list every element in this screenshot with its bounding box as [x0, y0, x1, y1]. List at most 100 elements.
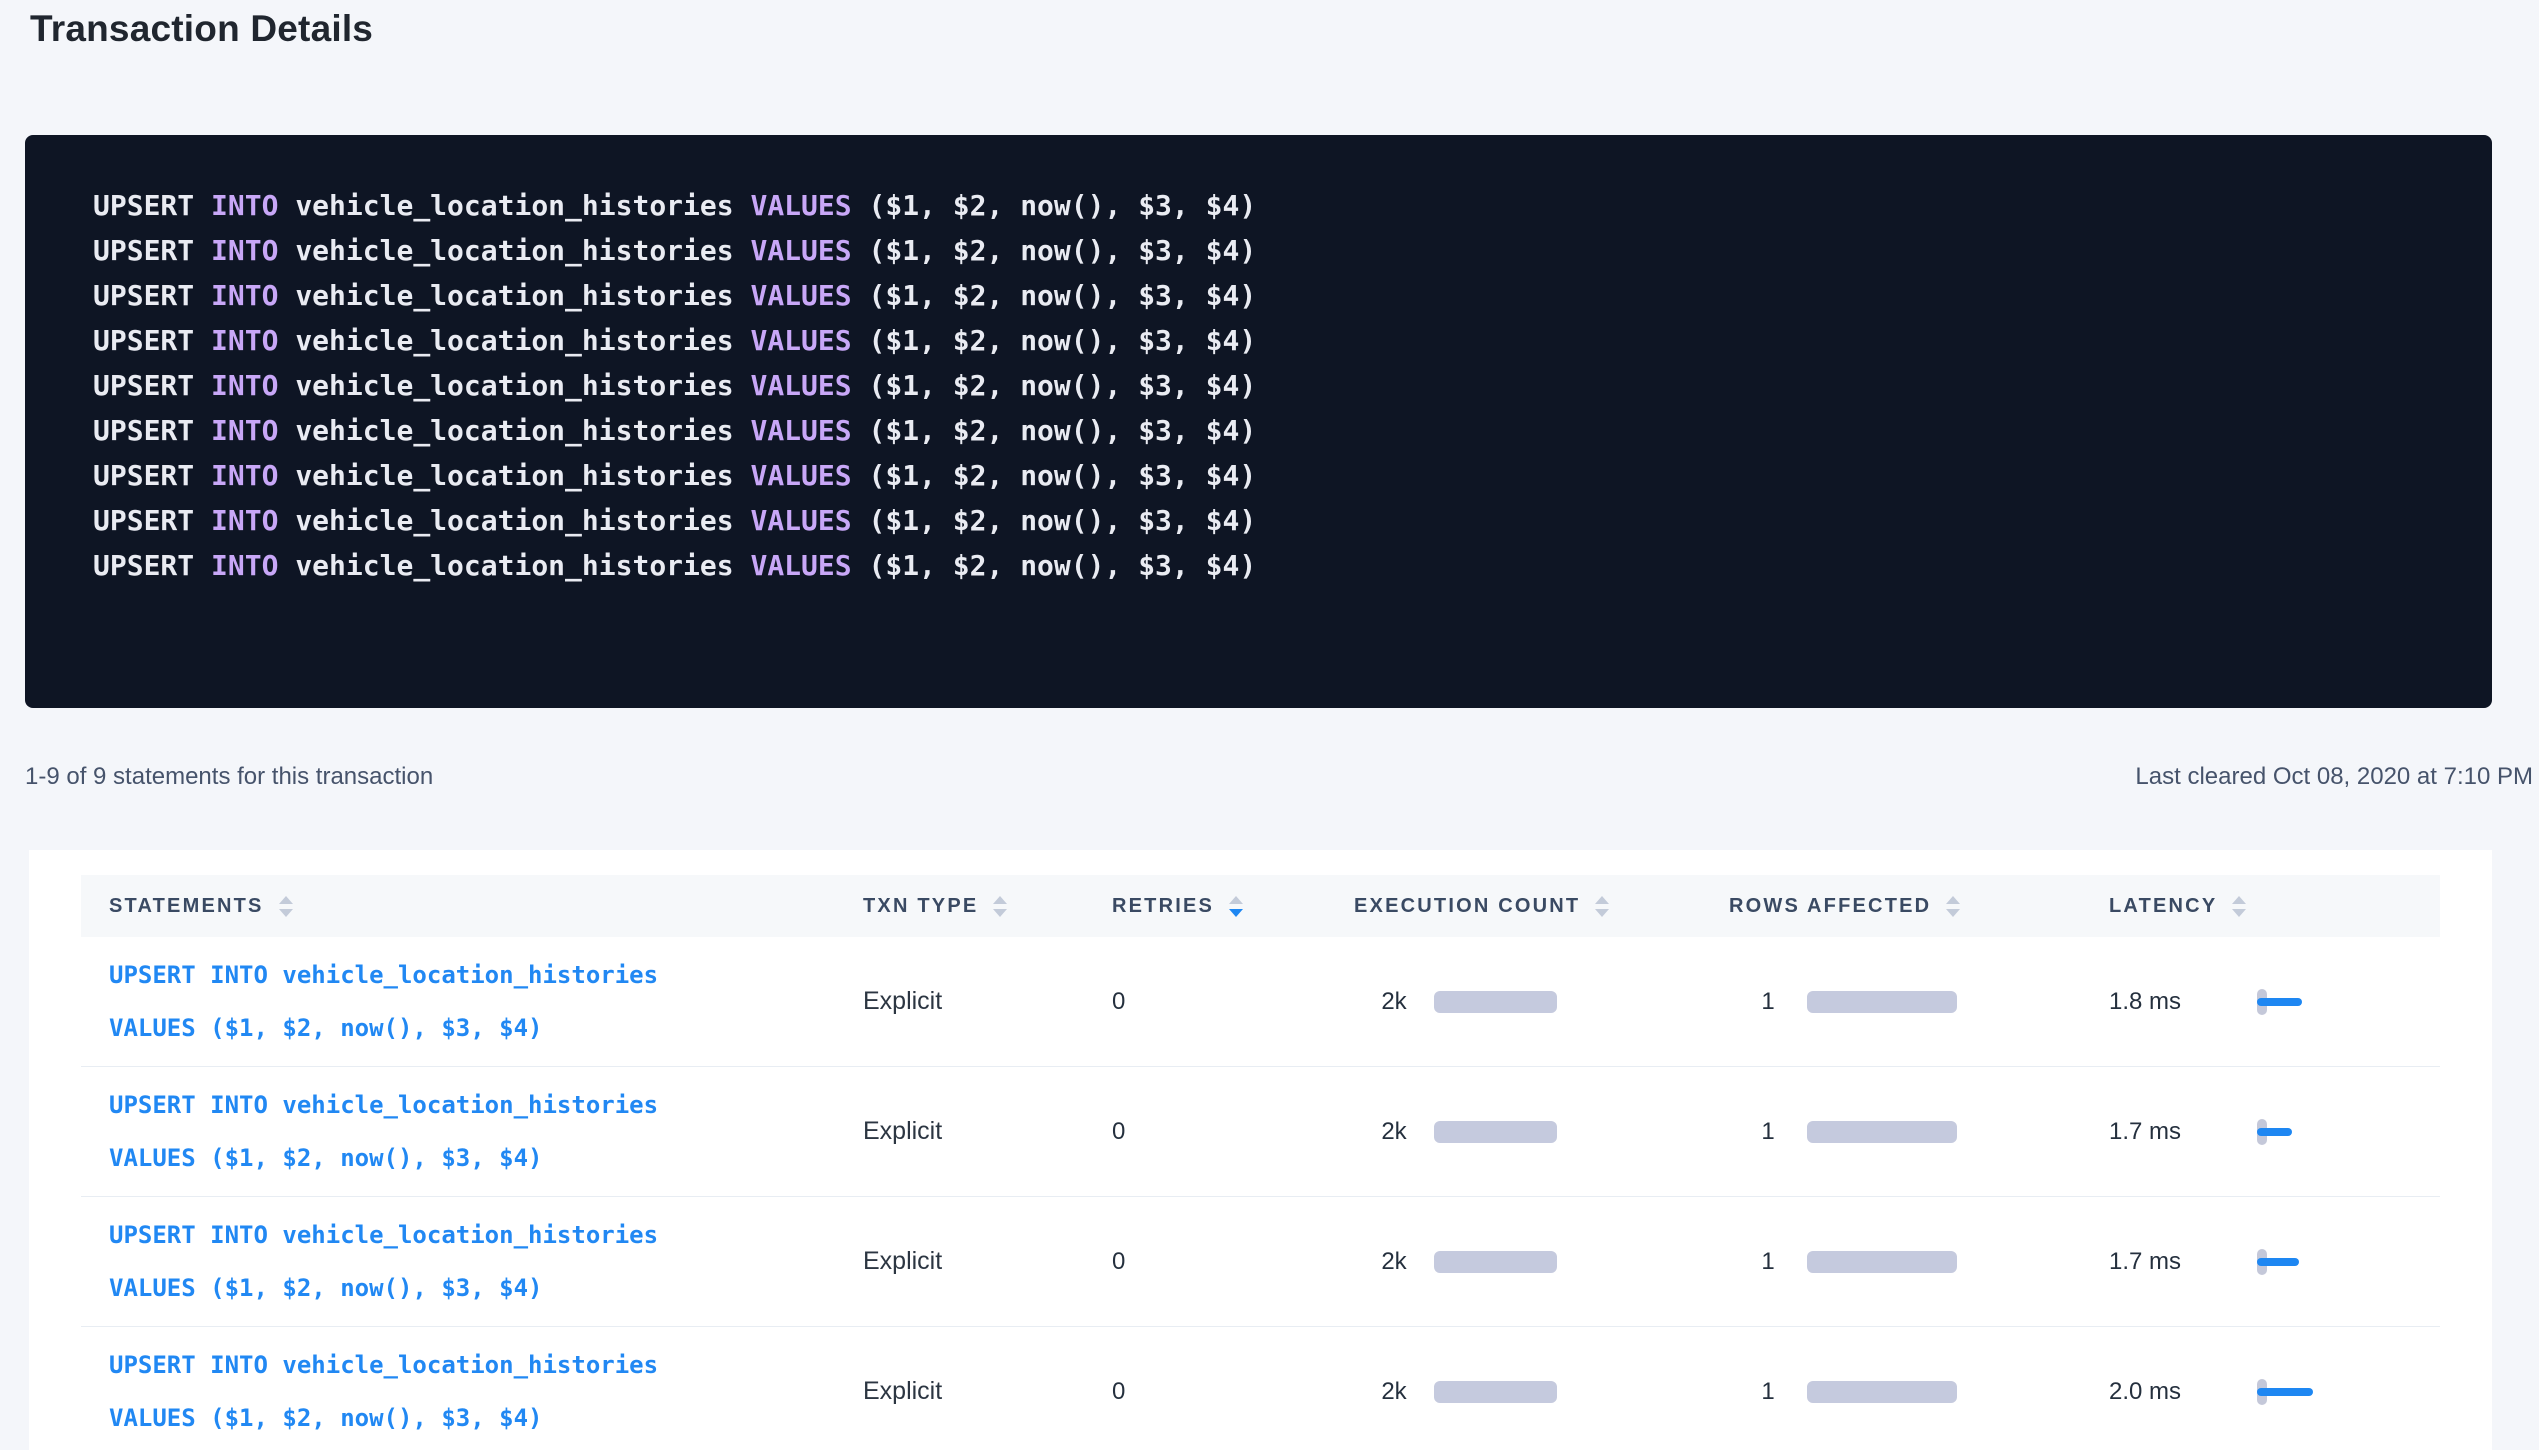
page-title: Transaction Details [30, 8, 373, 50]
txn-type-cell: Explicit [835, 1377, 1084, 1406]
sort-up-icon[interactable] [1595, 896, 1609, 904]
statement-link-line1: UPSERT INTO vehicle_location_histories [109, 1221, 658, 1249]
sql-keyword-values: VALUES [750, 549, 868, 582]
table-body: UPSERT INTO vehicle_location_histories VA… [81, 937, 2440, 1450]
sort-arrows-icon[interactable] [2232, 896, 2246, 917]
sort-arrows-icon[interactable] [1595, 896, 1609, 917]
execution-count-bar [1434, 1381, 1557, 1403]
execution-count-bar [1434, 991, 1557, 1013]
rows-affected-value: 1 [1729, 988, 1807, 1016]
execution-count-value: 2k [1354, 988, 1434, 1016]
sort-arrows-icon[interactable] [1946, 896, 1960, 917]
sql-statement-line: UPSERT INTO vehicle_location_histories V… [93, 363, 2452, 408]
sql-keyword-upsert: UPSERT [93, 234, 211, 267]
last-cleared-label: Last cleared Oct 08, 2020 at 7:10 PM [2135, 763, 2533, 791]
sort-down-icon[interactable] [2232, 909, 2246, 917]
sort-down-icon[interactable] [1595, 909, 1609, 917]
sort-down-icon[interactable] [993, 909, 1007, 917]
sort-up-icon[interactable] [993, 896, 1007, 904]
sql-keyword-upsert: UPSERT [93, 504, 211, 537]
sql-values-args: ($1, $2, now(), $3, $4) [868, 414, 1256, 447]
statement-link-line2: VALUES ($1, $2, now(), $3, $4) [109, 1144, 542, 1172]
sort-arrows-icon[interactable] [993, 896, 1007, 917]
statement-link[interactable]: UPSERT INTO vehicle_location_historiesVA… [109, 949, 835, 1055]
sort-arrows-icon[interactable] [279, 896, 293, 917]
sql-keyword-values: VALUES [750, 234, 868, 267]
statement-link-line1: UPSERT INTO vehicle_location_histories [109, 1351, 658, 1379]
sql-keyword-into: INTO [211, 549, 295, 582]
table-row: UPSERT INTO vehicle_location_histories VA… [81, 1197, 2440, 1327]
sort-down-icon[interactable] [279, 909, 293, 917]
sort-up-icon[interactable] [2232, 896, 2246, 904]
sql-keyword-into: INTO [211, 414, 295, 447]
sql-keyword-values: VALUES [750, 504, 868, 537]
table-header-row: STATEMENTS TXN TYPE RETRIES EXECUTION CO… [81, 875, 2440, 937]
rows-affected-value: 1 [1729, 1248, 1807, 1276]
sql-statement-line: UPSERT INTO vehicle_location_histories V… [93, 543, 2452, 588]
rows-affected-value: 1 [1729, 1378, 1807, 1406]
statement-link-line1: UPSERT INTO vehicle_location_histories [109, 1091, 658, 1119]
table-row: UPSERT INTO vehicle_location_histories VA… [81, 1067, 2440, 1197]
column-header-statements[interactable]: STATEMENTS [81, 895, 835, 918]
latency-value: 1.7 ms [2109, 1118, 2257, 1146]
sql-table-name: vehicle_location_histories [295, 189, 750, 222]
column-header-label: TXN TYPE [863, 895, 978, 918]
sql-keyword-into: INTO [211, 189, 295, 222]
column-header-label: LATENCY [2109, 895, 2217, 918]
retries-cell: 0 [1084, 1248, 1326, 1276]
statement-cell: UPSERT INTO vehicle_location_historiesVA… [81, 1339, 835, 1445]
sql-values-args: ($1, $2, now(), $3, $4) [868, 549, 1256, 582]
sql-keyword-values: VALUES [750, 414, 868, 447]
sql-keyword-into: INTO [211, 234, 295, 267]
latency-bar [2257, 1128, 2292, 1136]
column-header-label: STATEMENTS [109, 895, 264, 918]
rows-affected-bar [1807, 1251, 1957, 1273]
column-header-execution-count[interactable]: EXECUTION COUNT [1326, 895, 1701, 918]
statement-link[interactable]: UPSERT INTO vehicle_location_historiesVA… [109, 1339, 835, 1445]
statement-link-line2: VALUES ($1, $2, now(), $3, $4) [109, 1014, 542, 1042]
sort-up-icon[interactable] [279, 896, 293, 904]
sql-statement-line: UPSERT INTO vehicle_location_histories V… [93, 408, 2452, 453]
table-row: UPSERT INTO vehicle_location_historiesVA… [81, 937, 2440, 1067]
sql-keyword-values: VALUES [750, 369, 868, 402]
txn-type-cell: Explicit [835, 1247, 1084, 1276]
sql-keyword-into: INTO [211, 279, 295, 312]
execution-count-bar [1434, 1251, 1557, 1273]
latency-bar-chart [2257, 1372, 2327, 1412]
statement-link[interactable]: UPSERT INTO vehicle_location_histories VA… [109, 1079, 835, 1185]
sql-table-name: vehicle_location_histories [295, 279, 750, 312]
column-header-retries[interactable]: RETRIES [1084, 895, 1326, 918]
column-header-txn-type[interactable]: TXN TYPE [835, 895, 1084, 918]
txn-type-cell: Explicit [835, 1117, 1084, 1146]
latency-cell: 1.7 ms [2081, 1112, 2440, 1152]
statement-link[interactable]: UPSERT INTO vehicle_location_histories VA… [109, 1209, 835, 1315]
latency-bar [2257, 1258, 2299, 1266]
sql-code-block: UPSERT INTO vehicle_location_histories V… [25, 135, 2492, 708]
sql-table-name: vehicle_location_histories [295, 504, 750, 537]
sql-keyword-upsert: UPSERT [93, 369, 211, 402]
retries-cell: 0 [1084, 988, 1326, 1016]
column-header-latency[interactable]: LATENCY [2081, 895, 2440, 918]
latency-bar-chart [2257, 982, 2327, 1022]
statement-link-line2: VALUES ($1, $2, now(), $3, $4) [109, 1274, 542, 1302]
rows-affected-bar [1807, 1121, 1957, 1143]
column-header-rows-affected[interactable]: ROWS AFFECTED [1701, 895, 2081, 918]
sql-keyword-into: INTO [211, 324, 295, 357]
execution-count-bar [1434, 1121, 1557, 1143]
sort-arrows-icon[interactable] [1229, 896, 1243, 917]
sql-values-args: ($1, $2, now(), $3, $4) [868, 459, 1256, 492]
sort-down-icon-active[interactable] [1229, 909, 1243, 917]
sql-keyword-values: VALUES [750, 279, 868, 312]
sql-keyword-values: VALUES [750, 324, 868, 357]
statements-table-card: STATEMENTS TXN TYPE RETRIES EXECUTION CO… [29, 850, 2492, 1450]
latency-value: 2.0 ms [2109, 1378, 2257, 1406]
column-header-label: EXECUTION COUNT [1354, 895, 1580, 918]
summary-bar: 1-9 of 9 statements for this transaction… [25, 763, 2533, 791]
sql-table-name: vehicle_location_histories [295, 324, 750, 357]
retries-cell: 0 [1084, 1378, 1326, 1406]
latency-value: 1.8 ms [2109, 988, 2257, 1016]
sql-keyword-upsert: UPSERT [93, 549, 211, 582]
sort-down-icon[interactable] [1946, 909, 1960, 917]
sort-up-icon[interactable] [1229, 896, 1243, 904]
sort-up-icon[interactable] [1946, 896, 1960, 904]
